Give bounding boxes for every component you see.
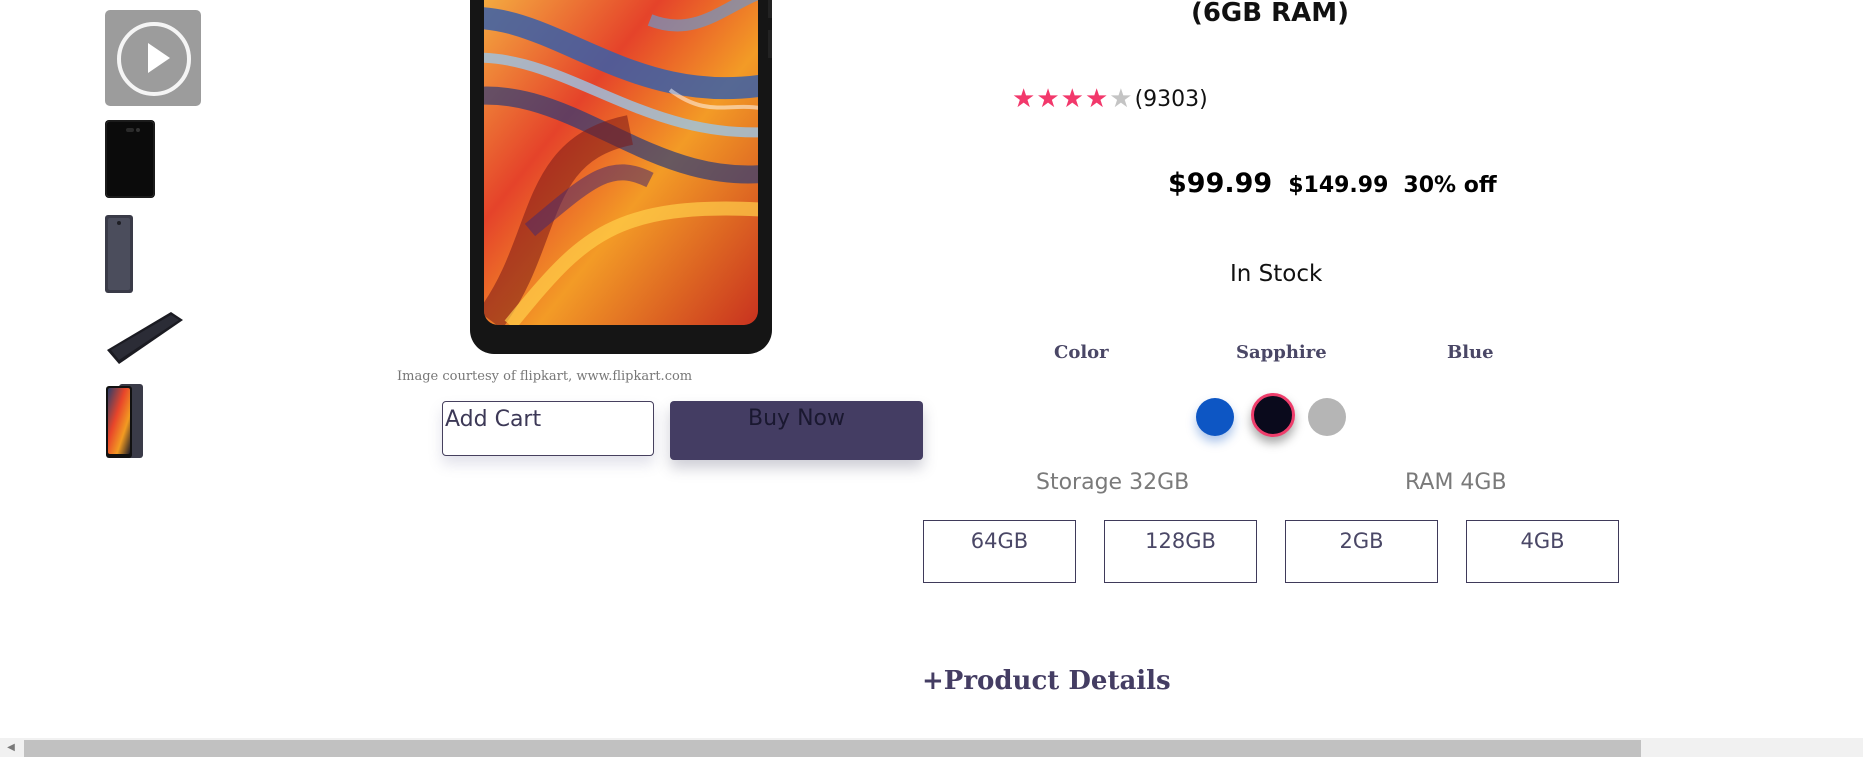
- product-page: Image courtesy of flipkart, www.flipkart…: [0, 0, 1863, 757]
- add-cart-button[interactable]: Add Cart: [442, 401, 654, 456]
- storage-option-128gb[interactable]: 128GB: [1104, 520, 1257, 583]
- variant-label-blue: Blue: [1447, 342, 1494, 363]
- phone-side-image: [106, 216, 132, 292]
- sale-price: $99.99: [1168, 168, 1273, 199]
- phone-back-image: [105, 120, 155, 198]
- star-icon: ★: [1012, 84, 1036, 114]
- image-credit: Image courtesy of flipkart, www.flipkart…: [397, 369, 693, 384]
- main-product-image: [470, 0, 773, 354]
- thumbnail-phone-flat[interactable]: [105, 310, 185, 368]
- thumbnail-phone-front[interactable]: [105, 382, 145, 460]
- phone-front-image: [106, 384, 143, 458]
- ram-label: RAM 4GB: [1405, 470, 1507, 495]
- variant-label-sapphire: Sapphire: [1236, 342, 1327, 363]
- variant-label-color: Color: [1054, 342, 1109, 363]
- product-title: (6GB RAM): [1190, 0, 1350, 28]
- color-swatch-blue[interactable]: [1196, 398, 1234, 436]
- horizontal-scrollbar[interactable]: ◀: [0, 738, 1863, 757]
- play-triangle-icon: [148, 43, 170, 73]
- stock-status: In Stock: [1230, 261, 1323, 287]
- star-icon: ★: [1036, 84, 1060, 114]
- rating-count: (9303): [1134, 86, 1208, 112]
- price-row: $99.99 $149.99 30% off: [1168, 168, 1497, 199]
- discount-badge: 30% off: [1403, 173, 1497, 198]
- thumbnail-phone-side[interactable]: [105, 215, 133, 293]
- ram-option-2gb[interactable]: 2GB: [1285, 520, 1438, 583]
- original-price: $149.99: [1288, 173, 1389, 198]
- scroll-left-arrow-icon[interactable]: ◀: [0, 738, 22, 757]
- star-icon: ★: [1060, 84, 1084, 114]
- ram-option-4gb[interactable]: 4GB: [1466, 520, 1619, 583]
- storage-label: Storage 32GB: [1036, 470, 1190, 495]
- star-empty-icon: ★: [1109, 84, 1133, 114]
- color-swatch-black-selected[interactable]: [1251, 393, 1295, 437]
- thumbnail-video[interactable]: [105, 10, 201, 106]
- storage-option-64gb[interactable]: 64GB: [923, 520, 1076, 583]
- product-details-toggle[interactable]: +Product Details: [922, 666, 1171, 696]
- star-icon: ★: [1084, 84, 1109, 114]
- buy-now-button[interactable]: Buy Now: [670, 401, 923, 460]
- scrollbar-thumb[interactable]: [24, 740, 1641, 757]
- color-swatch-grey[interactable]: [1308, 398, 1346, 436]
- thumbnail-phone-back[interactable]: [105, 120, 155, 198]
- phone-flat-image: [107, 312, 183, 364]
- rating: ★ ★ ★ ★ ★ (9303): [1012, 84, 1208, 114]
